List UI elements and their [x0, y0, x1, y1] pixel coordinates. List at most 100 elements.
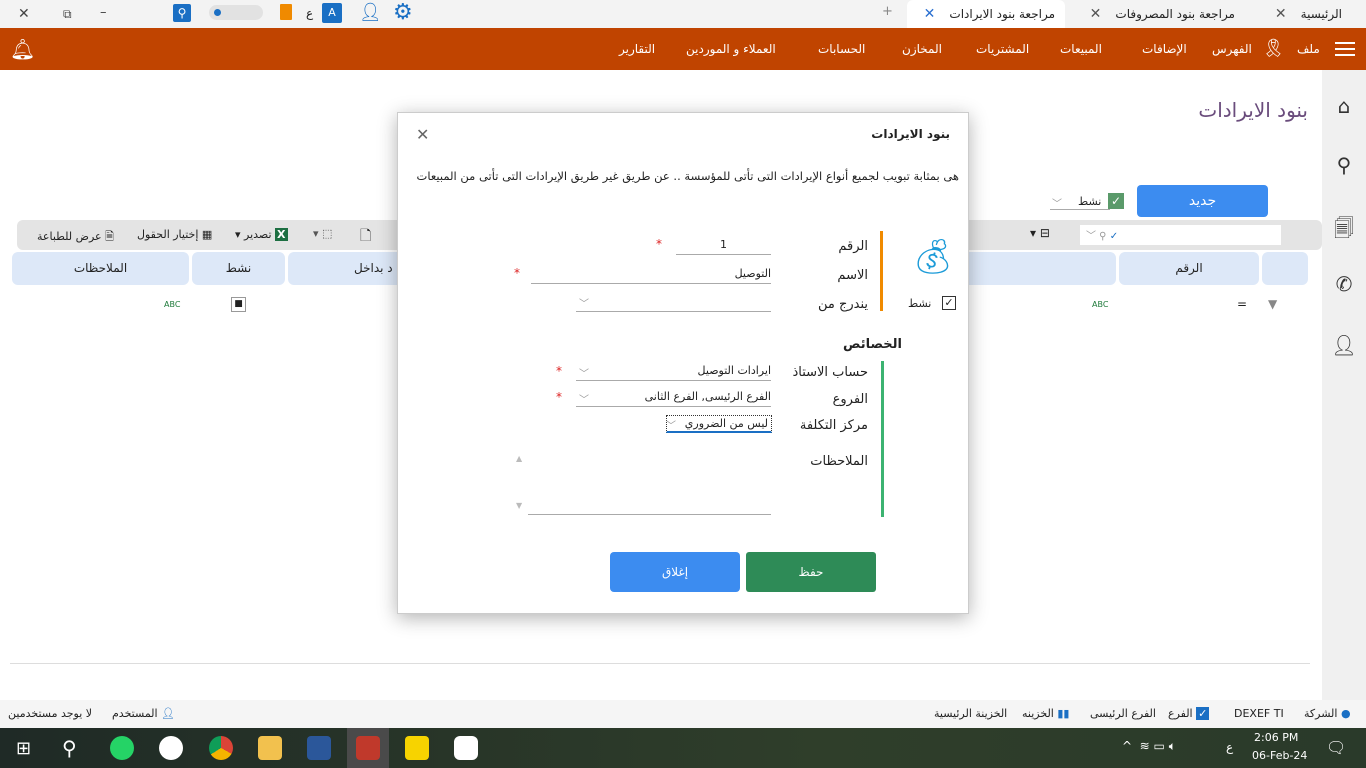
chrome-taskbar-icon[interactable] [209, 736, 233, 760]
grid-header-selector[interactable] [1262, 252, 1308, 285]
tab-expense-items[interactable]: مراجعة بنود المصروفات ✕ [1075, 0, 1245, 28]
notes-textarea[interactable] [528, 453, 771, 515]
search-icon[interactable]: ⚲ [173, 4, 191, 22]
required-mark: * [556, 390, 562, 404]
user-icon[interactable]: 👤︎ [359, 2, 382, 23]
properties-heading: الخصائص [842, 337, 902, 352]
word-taskbar-icon[interactable] [307, 736, 331, 760]
checkbox-filter[interactable]: ■ [231, 297, 246, 312]
layout-dropdown-icon[interactable]: ▾ ⬚ [313, 227, 332, 240]
chevron-down-icon[interactable]: ﹀ [579, 295, 589, 310]
taskbar-search-icon[interactable]: ⚲ [62, 736, 77, 760]
grid-header-notes[interactable]: الملاحظات [12, 252, 189, 285]
toggle-switch[interactable] [209, 5, 263, 20]
menu-reports[interactable]: التقارير [619, 28, 655, 70]
minimize-window-button[interactable]: – [100, 5, 107, 20]
company-status: الشركة ● [1304, 707, 1351, 720]
tab-home[interactable]: الرئيسية ✕ [1252, 0, 1352, 28]
dexef-taskbar-icon[interactable] [356, 736, 380, 760]
text-filter-icon[interactable]: ABC [1092, 300, 1108, 309]
save-button[interactable]: حفظ [746, 552, 876, 592]
system-tray-icons[interactable]: ^ ≋ ▭ 🔈︎ [1122, 739, 1176, 754]
grid-view-dropdown-icon[interactable]: ▾ ⊟ [1030, 226, 1050, 240]
hamburger-menu-icon[interactable] [1335, 42, 1355, 56]
status-bar: الشركة ● DEXEF TI الفرع ✓ الفرع الرئيسى … [0, 700, 1366, 728]
company-value: DEXEF TI [1234, 707, 1284, 720]
text-filter-icon[interactable]: ABC [164, 300, 180, 309]
equals-filter-icon[interactable]: = [1237, 297, 1247, 311]
chevron-down-icon[interactable]: ﹀ [666, 417, 676, 432]
new-file-icon[interactable]: 🗋 [360, 225, 371, 249]
close-tab-icon[interactable]: ✕ [1090, 6, 1102, 22]
ribbon-icon: 🎗︎ [1262, 38, 1285, 59]
scroll-down-arrow[interactable]: ▼ [516, 501, 522, 510]
documents-icon[interactable]: 🗐 [1331, 214, 1357, 240]
add-tab-button[interactable]: + [882, 4, 893, 19]
sticky-notes-taskbar-icon[interactable] [405, 736, 429, 760]
windows-start-icon[interactable]: ⊞ [16, 738, 31, 759]
tab-label: مراجعة بنود المصروفات [1115, 7, 1235, 21]
chevron-down-icon[interactable]: ﹀ [579, 365, 589, 380]
close-tab-icon[interactable]: ✕ [1275, 6, 1287, 22]
parent-dropdown[interactable] [576, 294, 771, 312]
grid-bottom-divider [10, 663, 1310, 664]
file-explorer-taskbar-icon[interactable] [258, 736, 282, 760]
ledger-account-dropdown[interactable]: ايرادات التوصيل [576, 363, 771, 381]
active-checkbox[interactable]: ✓ [942, 296, 956, 310]
name-input[interactable]: التوصيل [531, 266, 771, 284]
home-icon[interactable]: ⌂ [1331, 94, 1357, 120]
grid-search-input[interactable]: ﹀ ⚲ ✓ [1080, 225, 1281, 245]
chevron-down-icon[interactable]: ﹀ [579, 391, 589, 406]
tab-income-items[interactable]: مراجعة بنود الايرادات ✕ [907, 0, 1065, 28]
branches-dropdown[interactable]: الفرع الرئيسى, الفرع الثانى [576, 389, 771, 407]
notes-icon[interactable] [280, 4, 292, 20]
print-preview-button[interactable]: عرض للطباعة 🗎 [37, 228, 114, 247]
clock-date[interactable]: 06-Feb-24 [1252, 749, 1307, 762]
keyboard-language[interactable]: ع [1226, 740, 1233, 754]
dialog-close-icon[interactable]: ✕ [416, 125, 429, 144]
settings-gear-icon[interactable]: ⚙ [393, 0, 413, 25]
close-tab-icon[interactable]: ✕ [924, 6, 936, 22]
clock-time[interactable]: 2:06 PM [1254, 731, 1298, 744]
menu-stores[interactable]: المخازن [902, 28, 942, 70]
grid-header-active[interactable]: نشط [192, 252, 285, 285]
filter-icon[interactable]: ▼ [1268, 297, 1277, 311]
treasury-status: الخزينه ▮▮ [1022, 707, 1069, 720]
export-button[interactable]: ▾ تصدير X [235, 228, 288, 241]
translate-icon[interactable]: A [322, 3, 342, 23]
user-label: المستخدم [112, 707, 158, 720]
number-input[interactable]: 1 [676, 237, 771, 255]
sync-app-taskbar-icon[interactable] [454, 736, 478, 760]
menu-index[interactable]: الفهرس [1212, 28, 1252, 70]
location-pin-icon: ● [1340, 707, 1351, 720]
menu-customers-suppliers[interactable]: العملاء و الموردين [686, 28, 776, 70]
restore-window-button[interactable]: ⧉ [63, 7, 72, 22]
menu-accounts[interactable]: الحسابات [818, 28, 865, 70]
required-mark: * [556, 364, 562, 378]
grid-header-number[interactable]: الرقم [1119, 252, 1259, 285]
menu-addons[interactable]: الإضافات [1142, 28, 1187, 70]
close-button[interactable]: إغلاق [610, 552, 740, 592]
menu-file[interactable]: ملف [1297, 28, 1320, 70]
menu-sales[interactable]: المبيعات [1060, 28, 1102, 70]
new-button[interactable]: جديد [1137, 185, 1268, 217]
required-mark: * [514, 266, 520, 280]
notification-bell-icon[interactable]: 🔔︎ [10, 37, 35, 61]
user-profile-icon[interactable]: 👤︎ [1331, 333, 1357, 359]
notifications-icon[interactable]: 🗨︎ [1326, 738, 1346, 757]
scroll-up-arrow[interactable]: ▲ [516, 454, 522, 463]
active-filter-dropdown[interactable]: ﹀ [1052, 195, 1062, 210]
slack-taskbar-icon[interactable] [159, 736, 183, 760]
menu-purchases[interactable]: المشتريات [976, 28, 1029, 70]
whatsapp-icon[interactable]: ✆ [1331, 272, 1357, 298]
user-value: لا يوجد مستخدمين [8, 707, 93, 720]
branches-label: الفروع [832, 392, 868, 407]
choose-fields-button[interactable]: إختيار الحقول ▦ [137, 228, 212, 241]
close-window-button[interactable]: ✕ [18, 6, 30, 22]
treasury-value: الخزينة الرئيسية [934, 707, 1008, 720]
cost-center-dropdown[interactable]: ليس من الضروري [666, 415, 772, 433]
search-icon[interactable]: ⚲ [1331, 153, 1357, 179]
active-filter-checkbox[interactable]: ✓ [1108, 193, 1124, 209]
whatsapp-taskbar-icon[interactable] [110, 736, 134, 760]
company-label: الشركة [1304, 707, 1338, 720]
